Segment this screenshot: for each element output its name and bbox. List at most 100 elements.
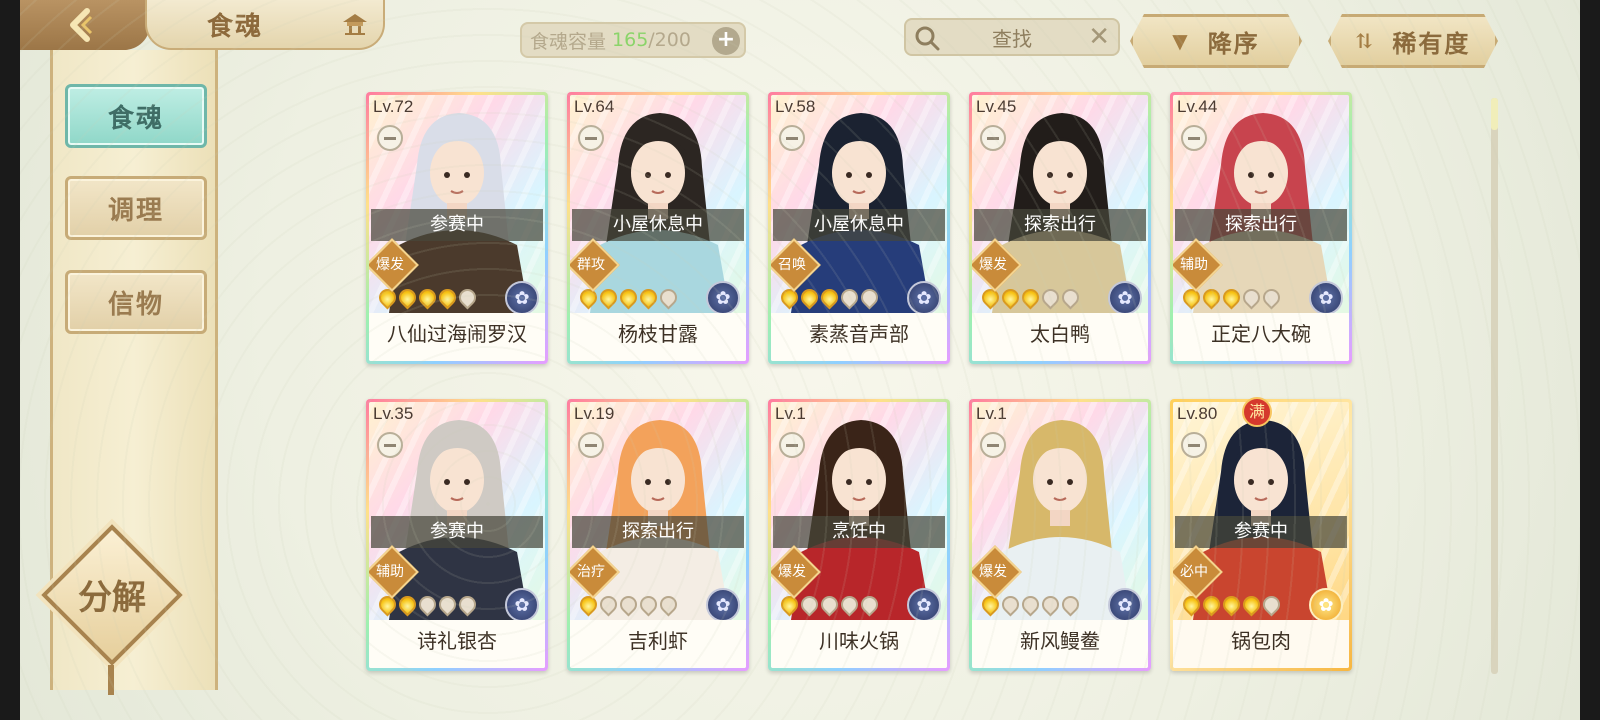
card-level: Lv.19: [574, 404, 615, 423]
card-level: Lv.35: [373, 404, 414, 423]
decompose-label[interactable]: 分解: [50, 570, 174, 619]
food-soul-card[interactable]: Lv.45 探索出行 爆发 ✿ 太白鸭: [969, 92, 1151, 364]
food-soul-card[interactable]: Lv.1 烹饪中 爆发 ✿ 川味火锅: [768, 399, 950, 671]
screen: 食魂 食魂容量 165 /200 + 查找 ✕ ▼ 降序 ⇅ 稀有度 食魂 调理…: [20, 0, 1580, 720]
food-soul-card[interactable]: Lv.44 探索出行 辅助 ✿ 正定八大碗: [1170, 92, 1352, 364]
card-star-rating: [576, 592, 681, 617]
bowl-icon: [779, 432, 805, 458]
search-icon: [915, 26, 940, 51]
card-role-badge: 爆发: [771, 556, 817, 586]
card-name: 八仙过海闹罗汉: [369, 313, 545, 361]
clear-search-icon[interactable]: ✕: [1088, 22, 1110, 52]
sidebar-item-label: 调理: [107, 195, 164, 226]
flame-star-icon: [656, 285, 681, 310]
card-star-rating: [777, 285, 882, 310]
card-level: Lv.72: [373, 97, 414, 116]
home-pavilion-icon[interactable]: [341, 12, 369, 36]
card-star-rating: [375, 592, 480, 617]
flame-star-icon: [837, 285, 862, 310]
card-status: 小屋休息中: [572, 209, 744, 241]
flame-star-icon: [817, 592, 842, 617]
bowl-icon: [779, 125, 805, 151]
blue-flower-icon: ✿: [505, 281, 539, 315]
card-name: 素蒸音声部: [771, 313, 947, 361]
card-role-badge: 辅助: [1173, 249, 1219, 279]
card-name: 杨枝甘露: [570, 313, 746, 361]
page-title: 食魂: [207, 11, 264, 42]
bowl-icon: [377, 432, 403, 458]
card-name: 新风鳗鲞: [972, 620, 1148, 668]
blue-flower-icon: ✿: [907, 281, 941, 315]
sidebar-item-food-souls[interactable]: 食魂: [65, 84, 207, 148]
sort-order-button[interactable]: ▼ 降序: [1130, 14, 1302, 68]
flame-star-icon: [1179, 592, 1204, 617]
flame-star-icon: [1259, 285, 1284, 310]
flame-star-icon: [857, 285, 882, 310]
page-title-tab: 食魂: [145, 0, 385, 50]
flame-star-icon: [817, 285, 842, 310]
card-name: 吉利虾: [570, 620, 746, 668]
flame-star-icon: [455, 592, 480, 617]
scrollbar-thumb[interactable]: [1491, 98, 1498, 130]
card-star-rating: [978, 285, 1083, 310]
card-status: 参赛中: [1175, 516, 1347, 548]
food-soul-card[interactable]: Lv.58 小屋休息中 召唤 ✿ 素蒸音声部: [768, 92, 950, 364]
flame-star-icon: [1239, 285, 1264, 310]
flame-star-icon: [375, 592, 400, 617]
bowl-icon: [578, 125, 604, 151]
card-name: 太白鸭: [972, 313, 1148, 361]
food-soul-card[interactable]: Lv.35 参赛中 辅助 ✿ 诗礼银杏: [366, 399, 548, 671]
food-soul-card[interactable]: Lv.1 爆发 ✿ 新风鳗鲞: [969, 399, 1151, 671]
food-soul-card[interactable]: Lv.72 参赛中 爆发 ✿ 八仙过海闹罗汉: [366, 92, 548, 364]
flame-star-icon: [1219, 592, 1244, 617]
card-star-rating: [576, 285, 681, 310]
sort-order-label: 降序: [1207, 28, 1260, 58]
food-soul-card[interactable]: Lv.80 参赛中 必中 ✿ 锅包肉 满: [1170, 397, 1352, 671]
flame-star-icon: [636, 285, 661, 310]
expand-capacity-button[interactable]: +: [712, 27, 740, 55]
tassel-decoration: [108, 665, 114, 695]
card-name: 诗礼银杏: [369, 620, 545, 668]
flame-star-icon: [415, 285, 440, 310]
flame-star-icon: [435, 285, 460, 310]
back-button[interactable]: [20, 0, 150, 50]
blue-flower-icon: ✿: [706, 281, 740, 315]
flame-star-icon: [1219, 285, 1244, 310]
sidebar-item-conditioning[interactable]: 调理: [65, 176, 207, 240]
bowl-icon: [980, 125, 1006, 151]
flame-star-icon: [1259, 592, 1284, 617]
food-soul-card[interactable]: Lv.19 探索出行 治疗 ✿ 吉利虾: [567, 399, 749, 671]
sidebar-item-label: 食魂: [107, 103, 164, 134]
sidebar-item-tokens[interactable]: 信物: [65, 270, 207, 334]
blue-flower-icon: ✿: [1108, 281, 1142, 315]
card-status: 参赛中: [371, 209, 543, 241]
card-status: 烹饪中: [773, 516, 945, 548]
flame-star-icon: [1038, 285, 1063, 310]
blue-flower-icon: ✿: [706, 588, 740, 622]
flame-star-icon: [395, 592, 420, 617]
bowl-icon: [1181, 432, 1207, 458]
flame-star-icon: [415, 592, 440, 617]
card-status: 参赛中: [371, 516, 543, 548]
search-box[interactable]: 查找 ✕: [904, 18, 1120, 56]
flame-star-icon: [375, 285, 400, 310]
card-star-rating: [978, 592, 1083, 617]
card-level: Lv.1: [976, 404, 1007, 423]
card-status: 探索出行: [1175, 209, 1347, 241]
flame-star-icon: [455, 285, 480, 310]
bowl-icon: [1181, 125, 1207, 151]
max-level-badge: 满: [1242, 397, 1272, 427]
flame-star-icon: [777, 285, 802, 310]
food-soul-card[interactable]: Lv.64 小屋休息中 群攻 ✿ 杨枝甘露: [567, 92, 749, 364]
sort-rarity-button[interactable]: ⇅ 稀有度: [1328, 14, 1498, 68]
scrollbar[interactable]: [1491, 98, 1498, 674]
flame-star-icon: [978, 285, 1003, 310]
card-inner: Lv.1 爆发 ✿ 新风鳗鲞: [972, 402, 1148, 668]
card-level: Lv.64: [574, 97, 615, 116]
capacity-indicator: 食魂容量 165 /200 +: [520, 22, 746, 58]
search-label: 查找: [992, 26, 1032, 51]
flame-star-icon: [797, 285, 822, 310]
flame-star-icon: [837, 592, 862, 617]
bowl-icon: [377, 125, 403, 151]
flame-star-icon: [998, 285, 1023, 310]
